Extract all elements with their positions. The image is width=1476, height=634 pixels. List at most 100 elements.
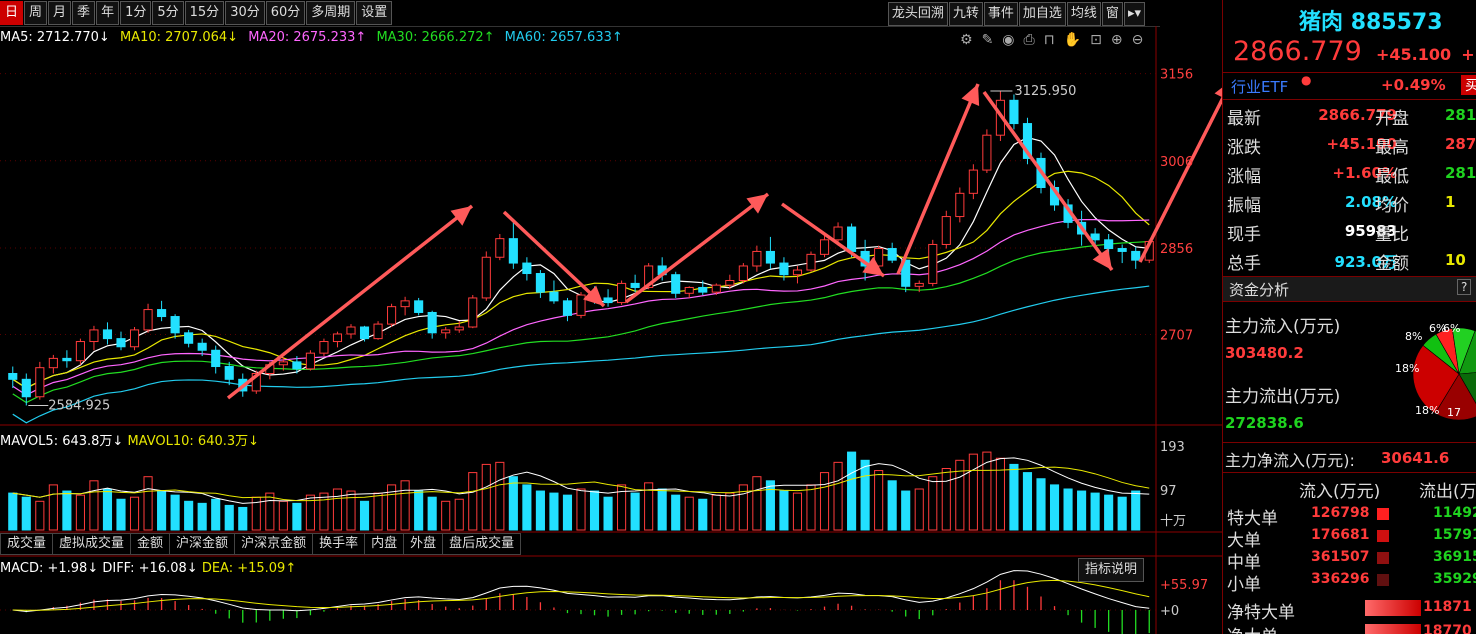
col-in-header: 流入(万元) (1299, 482, 1381, 502)
net-order-value: 18770 (1423, 623, 1472, 634)
net-order-value: 11871 (1423, 599, 1472, 615)
quote-label: 最低 (1375, 167, 1409, 187)
volume-bar (1077, 490, 1087, 531)
volume-bar (928, 476, 938, 531)
etf-pct: +0.49% (1381, 76, 1446, 94)
candle-body (89, 329, 99, 343)
volume-bar (711, 494, 721, 531)
candle-body (1131, 250, 1141, 261)
quote-value: 281 (1445, 106, 1476, 124)
volume-bar (779, 490, 789, 531)
candle-body (738, 265, 748, 281)
candle-body (765, 250, 775, 264)
candle-body (8, 373, 18, 380)
ma10-line (12, 170, 1150, 389)
volume-bar (359, 500, 370, 531)
candle-body (535, 273, 545, 293)
tab-4[interactable]: 沪深京金额 (234, 533, 314, 555)
col-out-header: 流出(万 (1419, 482, 1476, 502)
tab-6[interactable]: 内盘 (364, 533, 405, 555)
volume-bar (887, 480, 897, 531)
indicator-help-button[interactable]: 指标说明 (1078, 558, 1145, 582)
quote-label: 振幅 (1227, 196, 1261, 216)
order-in: 176681 (1311, 527, 1370, 543)
candle-body (319, 341, 329, 354)
candle-body (75, 341, 85, 362)
volume-bar (806, 484, 816, 531)
volume-bar (549, 492, 559, 531)
volume-bar (8, 492, 18, 531)
volume-legend: MAVOL5: 643.8万↓ MAVOL10: 640.3万↓ (0, 430, 259, 449)
candle-body (359, 326, 370, 340)
candle-body (968, 169, 978, 194)
candle-body (373, 323, 383, 340)
quote-value: 287 (1445, 135, 1476, 153)
quote-value: 281 (1445, 164, 1476, 182)
volume-bar (48, 484, 58, 531)
candle-body (197, 342, 207, 351)
tab-2[interactable]: 金额 (130, 533, 171, 555)
volume-bar (725, 492, 735, 531)
volume-tick: 97 (1160, 484, 1177, 499)
macd-legend: MACD: +1.98↓ DIFF: +16.08↓ DEA: +15.09↑ (0, 561, 296, 576)
volume-bar (468, 472, 478, 531)
help-button[interactable]: ? (1457, 279, 1472, 295)
outflow-label: 主力流出(万元) (1225, 387, 1341, 407)
volume-bar (1131, 490, 1141, 531)
volume-tick: 193 (1160, 440, 1185, 455)
quote-row: 涨跌 +45.100 最高 287 (1223, 129, 1476, 158)
volume-bar (129, 496, 140, 531)
order-in: 126798 (1311, 505, 1370, 521)
volume-bar (21, 496, 31, 531)
candle-body (630, 282, 640, 288)
quote-row: 总手 923.0万 金额 10 (1223, 245, 1476, 274)
inflow-label: 主力流入(万元) (1225, 317, 1341, 337)
net-inflow-label: 主力净流入(万元): (1225, 451, 1355, 470)
tab-3[interactable]: 沪深金额 (169, 533, 236, 555)
candle-body (170, 316, 180, 334)
tab-1[interactable]: 虚拟成交量 (52, 533, 132, 555)
annotation-arrow-line (982, 90, 1114, 272)
volume-bar (157, 490, 167, 531)
quote-label: 最新 (1227, 109, 1261, 129)
quote-row: 涨幅 +1.60% 最低 281 (1223, 158, 1476, 187)
candle-body (48, 357, 58, 369)
candle-body (887, 248, 897, 261)
volume-bar (278, 500, 288, 531)
candle-body (941, 216, 951, 245)
candle-body (819, 239, 830, 255)
inflow-value: 303480.2 (1225, 344, 1304, 362)
tab-8[interactable]: 盘后成交量 (442, 533, 522, 555)
volume-bar (508, 476, 518, 531)
candle-body (928, 243, 938, 284)
fund-title: 资金分析 (1229, 281, 1290, 299)
macd-tick: +0 (1160, 604, 1179, 619)
candle-body (62, 357, 72, 362)
buy-button[interactable]: 买 (1461, 75, 1476, 95)
quote-label: 开盘 (1375, 109, 1409, 129)
volume-bar (292, 502, 302, 531)
net-order-name: 净大单 (1227, 622, 1278, 634)
volume-bar (1090, 492, 1100, 531)
candle-body (792, 269, 803, 276)
etf-dot: ● (1301, 73, 1312, 87)
tab-5[interactable]: 换手率 (312, 533, 366, 555)
price-change-pct: +1 (1461, 45, 1476, 64)
candle-body (684, 286, 694, 294)
etf-link[interactable]: 行业ETF (1231, 76, 1288, 97)
candle-body (522, 262, 532, 275)
order-in-swatch (1377, 574, 1389, 586)
tab-0[interactable]: 成交量 (0, 533, 54, 555)
candle-body (211, 349, 221, 368)
candle-body (292, 361, 302, 370)
candle-body (441, 329, 451, 334)
candle-body (711, 284, 721, 293)
annotation-arrow-line (226, 204, 474, 400)
volume-bar (319, 492, 329, 531)
tab-7[interactable]: 外盘 (403, 533, 444, 555)
low-label: 2584.925 (48, 399, 110, 414)
macd-tick: +55.97 (1160, 578, 1208, 593)
volume-bar (522, 484, 532, 531)
volume-bar (35, 500, 45, 531)
volume-bar (562, 494, 573, 531)
